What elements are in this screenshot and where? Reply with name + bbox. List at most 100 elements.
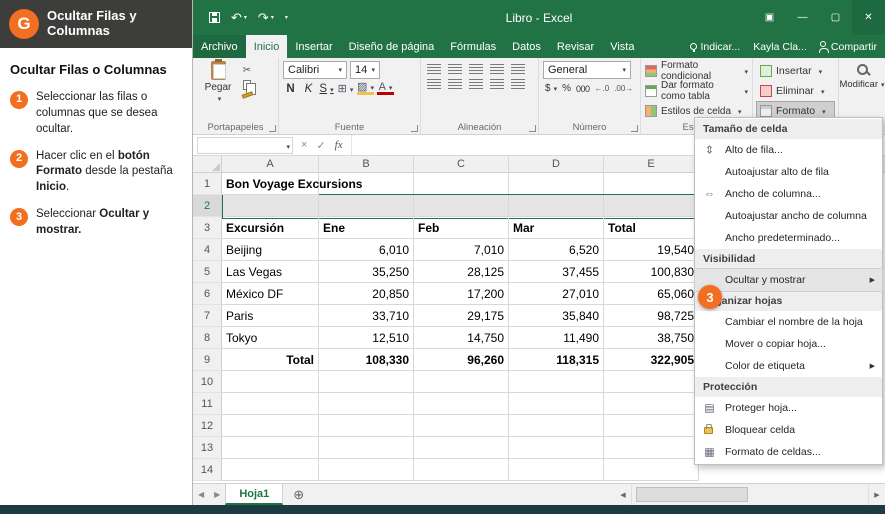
hscroll-right-icon[interactable]: ▶ bbox=[869, 491, 885, 499]
tab-vista[interactable]: Vista bbox=[602, 35, 642, 58]
cell-E13[interactable] bbox=[604, 437, 699, 459]
editing-group-button[interactable]: Modificar bbox=[839, 79, 884, 90]
cell-E7[interactable]: 98,725 bbox=[604, 305, 699, 327]
format-painter-icon[interactable] bbox=[242, 91, 254, 99]
cell-E3[interactable]: Total bbox=[604, 217, 699, 239]
cell-A4[interactable]: Beijing bbox=[222, 239, 319, 261]
insert-cells-button[interactable]: Insertar bbox=[757, 62, 834, 80]
tab-f-rmulas[interactable]: Fórmulas bbox=[442, 35, 504, 58]
cell-D4[interactable]: 6,520 bbox=[509, 239, 604, 261]
cell-E5[interactable]: 100,830 bbox=[604, 261, 699, 283]
align-center-icon[interactable] bbox=[448, 79, 462, 89]
cell-E9[interactable]: 322,905 bbox=[604, 349, 699, 371]
column-header-D[interactable]: D bbox=[509, 156, 604, 172]
cell-C8[interactable]: 14,750 bbox=[414, 327, 509, 349]
cell-D8[interactable]: 11,490 bbox=[509, 327, 604, 349]
column-header-C[interactable]: C bbox=[414, 156, 509, 172]
name-box-caret-icon[interactable] bbox=[283, 136, 290, 154]
share-button[interactable]: Compartir bbox=[820, 41, 877, 53]
cell-B14[interactable] bbox=[319, 459, 414, 481]
cell-C14[interactable] bbox=[414, 459, 509, 481]
redo-caret-icon[interactable]: ▾ bbox=[271, 14, 274, 21]
hscroll-thumb[interactable] bbox=[636, 487, 748, 502]
qat-customize-icon[interactable]: ▾ bbox=[285, 14, 288, 21]
font-dialog-launcher-icon[interactable] bbox=[411, 125, 418, 132]
cell-A3[interactable]: Excursión bbox=[222, 217, 319, 239]
cell-D7[interactable]: 35,840 bbox=[509, 305, 604, 327]
cell-B12[interactable] bbox=[319, 415, 414, 437]
menu-item-proteger-hoja[interactable]: ▤Proteger hoja... bbox=[695, 397, 882, 419]
font-size-select[interactable]: 14 bbox=[350, 61, 380, 79]
cell-A11[interactable] bbox=[222, 393, 319, 415]
italic-button[interactable]: K bbox=[301, 83, 316, 95]
tab-inicio[interactable]: Inicio bbox=[246, 35, 288, 58]
column-header-B[interactable]: B bbox=[319, 156, 414, 172]
tab-insertar[interactable]: Insertar bbox=[287, 35, 340, 58]
row-header-1[interactable]: 1 bbox=[193, 173, 222, 195]
cell-D12[interactable] bbox=[509, 415, 604, 437]
find-select-icon[interactable] bbox=[857, 64, 868, 75]
name-box[interactable] bbox=[197, 137, 293, 154]
tab-revisar[interactable]: Revisar bbox=[549, 35, 602, 58]
currency-format-icon[interactable]: $ bbox=[545, 83, 557, 94]
menu-item-formato-de-celdas[interactable]: ▦Formato de celdas... bbox=[695, 441, 882, 463]
cell-C10[interactable] bbox=[414, 371, 509, 393]
maximize-button[interactable]: ▢ bbox=[819, 0, 852, 35]
number-dialog-launcher-icon[interactable] bbox=[631, 125, 638, 132]
cell-B9[interactable]: 108,330 bbox=[319, 349, 414, 371]
borders-icon[interactable]: ⊞ bbox=[337, 82, 354, 95]
cell-C2[interactable] bbox=[414, 195, 509, 217]
row-header-7[interactable]: 7 bbox=[193, 305, 222, 327]
cell-E11[interactable] bbox=[604, 393, 699, 415]
align-middle-icon[interactable] bbox=[448, 64, 462, 74]
cell-A5[interactable]: Las Vegas bbox=[222, 261, 319, 283]
row-header-14[interactable]: 14 bbox=[193, 459, 222, 481]
conditional-formatting-button[interactable]: Formato condicional bbox=[645, 62, 748, 80]
align-right-icon[interactable] bbox=[469, 79, 483, 89]
tab-archivo[interactable]: Archivo bbox=[193, 35, 246, 58]
save-icon[interactable] bbox=[209, 12, 220, 23]
cell-C1[interactable] bbox=[414, 173, 509, 195]
alignment-dialog-launcher-icon[interactable] bbox=[529, 125, 536, 132]
paste-button[interactable]: Pegar bbox=[197, 61, 239, 121]
cell-B3[interactable]: Ene bbox=[319, 217, 414, 239]
bold-button[interactable]: N bbox=[283, 83, 298, 95]
cell-B2[interactable] bbox=[319, 195, 414, 217]
minimize-button[interactable]: — bbox=[786, 0, 819, 35]
cell-D6[interactable]: 27,010 bbox=[509, 283, 604, 305]
cell-D11[interactable] bbox=[509, 393, 604, 415]
cell-C5[interactable]: 28,125 bbox=[414, 261, 509, 283]
format-as-table-button[interactable]: Dar formato como tabla bbox=[645, 82, 748, 100]
cut-icon[interactable]: ✂ bbox=[239, 64, 255, 77]
cell-D14[interactable] bbox=[509, 459, 604, 481]
hscroll-track[interactable] bbox=[631, 484, 869, 505]
percent-format-icon[interactable]: % bbox=[562, 83, 571, 94]
number-format-select[interactable]: General bbox=[543, 61, 631, 79]
align-top-icon[interactable] bbox=[427, 64, 441, 74]
cell-B10[interactable] bbox=[319, 371, 414, 393]
row-header-11[interactable]: 11 bbox=[193, 393, 222, 415]
menu-item-ancho-de-columna[interactable]: ⇔Ancho de columna... bbox=[695, 183, 882, 205]
cell-A14[interactable] bbox=[222, 459, 319, 481]
cell-D3[interactable]: Mar bbox=[509, 217, 604, 239]
row-header-13[interactable]: 13 bbox=[193, 437, 222, 459]
align-left-icon[interactable] bbox=[427, 79, 441, 89]
copy-icon[interactable] bbox=[243, 80, 251, 90]
underline-button[interactable]: S bbox=[319, 83, 334, 95]
menu-item-alto-de-fila[interactable]: ⇕Alto de fila... bbox=[695, 139, 882, 161]
row-header-8[interactable]: 8 bbox=[193, 327, 222, 349]
cell-C12[interactable] bbox=[414, 415, 509, 437]
thousands-format-icon[interactable]: 000 bbox=[576, 84, 590, 94]
cell-A13[interactable] bbox=[222, 437, 319, 459]
row-header-2[interactable]: 2 bbox=[193, 195, 222, 217]
user-name[interactable]: Kayla Cla... bbox=[753, 41, 807, 53]
sheet-tab-hoja1[interactable]: Hoja1 bbox=[225, 484, 283, 505]
tell-me-button[interactable]: Indicar... bbox=[690, 41, 741, 53]
cell-B4[interactable]: 6,010 bbox=[319, 239, 414, 261]
fill-color-icon[interactable]: ▨ bbox=[357, 82, 374, 95]
cell-E4[interactable]: 19,540 bbox=[604, 239, 699, 261]
decrease-decimal-icon[interactable]: .00→ bbox=[614, 84, 633, 93]
font-name-select[interactable]: Calibri bbox=[283, 61, 347, 79]
sheet-nav-left-icon[interactable]: ◀ bbox=[193, 490, 209, 499]
select-all-corner[interactable] bbox=[193, 156, 222, 172]
